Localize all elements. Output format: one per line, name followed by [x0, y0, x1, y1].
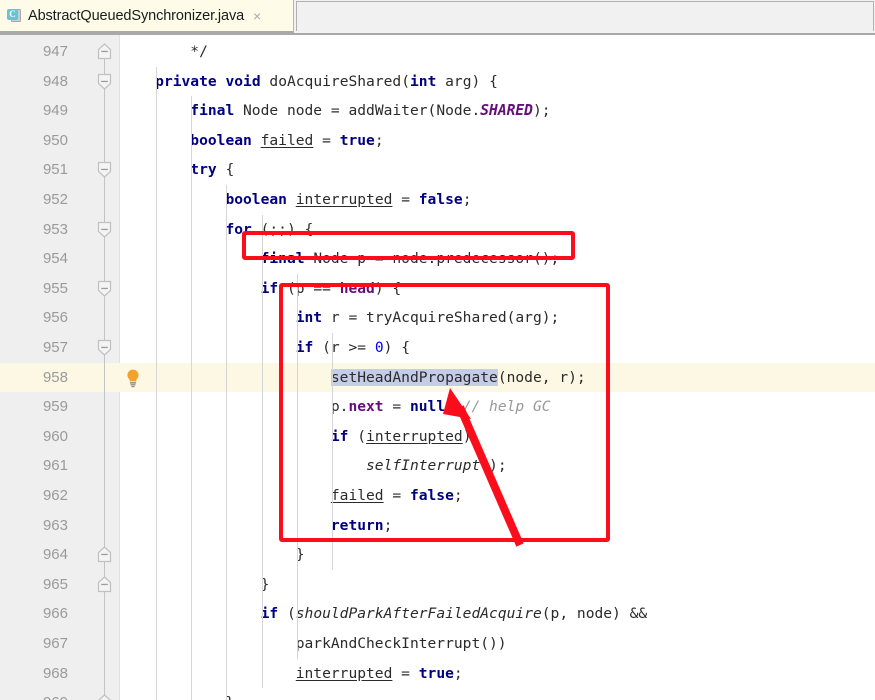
code-line[interactable]: 968 interrupted = true;: [0, 659, 875, 689]
code-text[interactable]: final Node p = node.predecessor();: [120, 244, 560, 274]
close-icon[interactable]: ×: [250, 9, 264, 23]
line-number: 960: [42, 427, 68, 445]
code-text[interactable]: failed = false;: [120, 481, 463, 511]
code-line[interactable]: 964 }: [0, 540, 875, 570]
indent-guide: [296, 273, 298, 659]
line-number: 952: [42, 191, 68, 208]
line-number: 955: [42, 279, 68, 297]
code-line[interactable]: 947 */: [0, 37, 875, 67]
indent-guide: [225, 185, 227, 700]
java-class-icon: C: [7, 8, 23, 24]
fold-collapse-up-icon[interactable]: [97, 694, 112, 700]
code-line[interactable]: 967 parkAndCheckInterrupt()): [0, 629, 875, 659]
code-text[interactable]: }: [120, 688, 234, 700]
line-number: 947: [42, 43, 68, 60]
code-line[interactable]: 956 int r = tryAcquireShared(arg);: [0, 303, 875, 333]
code-text[interactable]: interrupted = true;: [120, 659, 463, 689]
indent-guide: [331, 333, 333, 570]
line-number: 951: [42, 161, 68, 179]
line-number: 963: [42, 516, 68, 534]
line-number: 958: [42, 368, 68, 386]
indent-guide: [190, 96, 192, 700]
code-text[interactable]: boolean interrupted = false;: [120, 185, 471, 215]
code-text[interactable]: }: [120, 540, 305, 570]
code-line[interactable]: 965 }: [0, 570, 875, 600]
code-text[interactable]: return;: [120, 511, 393, 541]
line-number: 959: [42, 398, 68, 416]
code-line[interactable]: 962 failed = false;: [0, 481, 875, 511]
code-text[interactable]: if (r >= 0) {: [120, 333, 410, 363]
java-class-icon-letter: C: [7, 8, 18, 20]
code-line[interactable]: 961 selfInterrupt();: [0, 451, 875, 481]
code-text[interactable]: private void doAcquireShared(int arg) {: [120, 67, 498, 97]
line-number: 954: [42, 250, 68, 268]
code-line[interactable]: 951 try {: [0, 155, 875, 185]
code-text[interactable]: int r = tryAcquireShared(arg);: [120, 303, 560, 333]
line-number: 964: [42, 546, 68, 564]
fold-collapse-down-icon[interactable]: [97, 221, 112, 238]
line-number: 949: [42, 102, 68, 120]
fold-collapse-up-icon[interactable]: [97, 43, 112, 60]
line-number: 969: [0, 688, 68, 700]
fold-collapse-up-icon[interactable]: [97, 546, 112, 563]
code-line[interactable]: 952 boolean interrupted = false;: [0, 185, 875, 215]
code-line[interactable]: 963 return;: [0, 511, 875, 541]
lightbulb-icon[interactable]: [124, 368, 142, 388]
line-number: 961: [42, 457, 68, 475]
line-number: 948: [42, 72, 68, 90]
fold-rail: [104, 45, 105, 700]
code-text[interactable]: p.next = null; // help GC: [120, 392, 551, 422]
code-line[interactable]: 969 }: [0, 688, 875, 700]
code-text[interactable]: selfInterrupt();: [120, 451, 507, 481]
code-text[interactable]: final Node node = addWaiter(Node.SHARED)…: [120, 96, 550, 126]
line-number: 953: [42, 220, 68, 238]
code-text[interactable]: if (shouldParkAfterFailedAcquire(p, node…: [120, 599, 648, 629]
code-line[interactable]: 949 final Node node = addWaiter(Node.SHA…: [0, 96, 875, 126]
tab-bar-empty-area: [296, 1, 874, 31]
line-number: 957: [42, 339, 68, 356]
line-number: 966: [42, 605, 68, 623]
code-text[interactable]: boolean failed = true;: [120, 126, 383, 156]
code-line[interactable]: 959 p.next = null; // help GC: [0, 392, 875, 422]
code-text[interactable]: */: [120, 37, 208, 67]
indent-guide: [155, 66, 157, 700]
code-line[interactable]: 955 if (p == head) {: [0, 274, 875, 304]
code-text[interactable]: for (;;) {: [120, 215, 313, 245]
line-number: 950: [42, 131, 68, 149]
fold-collapse-down-icon[interactable]: [97, 161, 112, 179]
code-text[interactable]: parkAndCheckInterrupt()): [120, 629, 507, 659]
code-line[interactable]: 948 private void doAcquireShared(int arg…: [0, 67, 875, 97]
code-line[interactable]: 966 if (shouldParkAfterFailedAcquire(p, …: [0, 599, 875, 629]
line-number: 965: [42, 575, 68, 593]
fold-collapse-down-icon[interactable]: [97, 280, 112, 297]
code-line[interactable]: 957 if (r >= 0) {: [0, 333, 875, 363]
tab-abstractqueuedsynchronizer[interactable]: C AbstractQueuedSynchronizer.java ×: [0, 0, 294, 33]
code-text[interactable]: }: [120, 570, 270, 600]
code-line[interactable]: 953 for (;;) {: [0, 215, 875, 245]
line-number: 962: [42, 487, 68, 504]
code-line[interactable]: 954 final Node p = node.predecessor();: [0, 244, 875, 274]
code-editor[interactable]: 947 */948 private void doAcquireShared(i…: [0, 35, 875, 700]
line-number: 967: [42, 635, 68, 652]
code-line[interactable]: 950 boolean failed = true;: [0, 126, 875, 156]
line-number: 956: [42, 309, 68, 327]
indent-guide: [261, 214, 263, 689]
code-text[interactable]: try {: [120, 155, 234, 185]
fold-collapse-up-icon[interactable]: [97, 575, 112, 593]
fold-collapse-down-icon[interactable]: [97, 339, 112, 356]
line-number: 968: [42, 664, 68, 682]
code-line[interactable]: 960 if (interrupted): [0, 422, 875, 452]
fold-collapse-down-icon[interactable]: [97, 73, 112, 90]
tab-label: AbstractQueuedSynchronizer.java: [28, 7, 245, 24]
editor-tab-bar: C AbstractQueuedSynchronizer.java ×: [0, 0, 875, 35]
